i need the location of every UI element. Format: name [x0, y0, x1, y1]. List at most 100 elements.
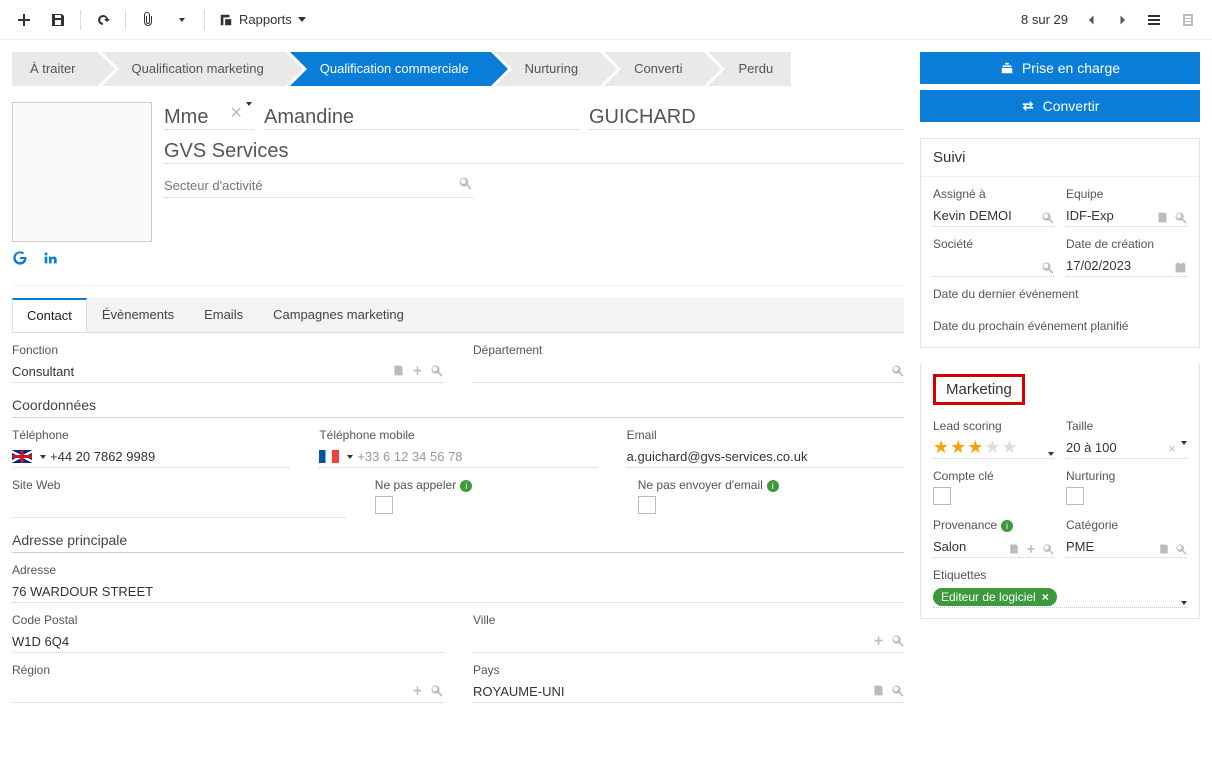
departement-field[interactable]	[473, 361, 904, 383]
pager-prev[interactable]	[1078, 4, 1106, 36]
detail-icon[interactable]	[872, 684, 885, 700]
equipe-field[interactable]: IDF-Exp	[1066, 205, 1187, 227]
tag-remove-icon[interactable]: ×	[1042, 590, 1049, 604]
stage-converti[interactable]: Converti	[604, 52, 704, 86]
attach-button[interactable]	[132, 4, 164, 36]
uk-flag-icon	[12, 450, 32, 463]
chevron-down-icon[interactable]	[1181, 441, 1187, 456]
stage-nurturing[interactable]: Nurturing	[495, 52, 600, 86]
chevron-down-icon[interactable]	[246, 102, 252, 125]
taille-field[interactable]: 20 à 100 ×	[1066, 437, 1187, 459]
fr-flag-icon	[319, 450, 339, 463]
refresh-button[interactable]	[87, 4, 119, 36]
site-label: Site Web	[12, 478, 345, 492]
cp-field[interactable]: W1D 6Q4	[12, 631, 443, 653]
save-button[interactable]	[42, 4, 74, 36]
compte-cle-checkbox[interactable]	[933, 487, 951, 505]
adresse-heading: Adresse principale	[12, 532, 904, 553]
list-view-button[interactable]	[1138, 4, 1170, 36]
email-field[interactable]: a.guichard@gvs-services.co.uk	[627, 446, 904, 468]
etiquettes-field[interactable]: Editeur de logiciel×	[933, 586, 1187, 608]
search-icon[interactable]	[891, 684, 904, 700]
lead-scoring-field[interactable]: ★★★★★	[933, 437, 1054, 459]
chevron-down-icon[interactable]	[1181, 601, 1187, 605]
chevron-down-icon[interactable]	[1048, 452, 1054, 456]
next-event-label: Date du prochain événement planifié	[933, 319, 1187, 333]
reports-dropdown[interactable]: Rapports	[211, 12, 314, 27]
last-name-field[interactable]: GUICHARD	[589, 102, 904, 130]
fonction-field[interactable]: Consultant	[12, 361, 443, 383]
chevron-down-icon[interactable]	[40, 455, 46, 459]
stars-rating[interactable]: ★★★★★	[933, 437, 1019, 458]
search-icon[interactable]	[430, 364, 443, 380]
info-icon[interactable]: i	[767, 480, 779, 492]
societe-label: Société	[933, 237, 1054, 251]
taille-label: Taille	[1066, 419, 1187, 433]
suivi-panel: Suivi Assigné à Kevin DEMOI Equipe IDF-E…	[920, 138, 1200, 348]
nurturing-checkbox[interactable]	[1066, 487, 1084, 505]
stage-qualif-marketing[interactable]: Qualification marketing	[102, 52, 286, 86]
first-name-field[interactable]: Amandine	[264, 102, 579, 130]
provenance-label: Provenancei	[933, 518, 1054, 532]
info-icon[interactable]: i	[1001, 520, 1013, 532]
search-icon[interactable]	[891, 364, 904, 380]
pays-label: Pays	[473, 663, 904, 677]
search-icon[interactable]	[458, 176, 472, 193]
provenance-field[interactable]: Salon	[933, 536, 1054, 558]
ville-label: Ville	[473, 613, 904, 627]
contact-form: Fonction Consultant Département	[12, 333, 904, 723]
tab-contact[interactable]: Contact	[12, 298, 87, 332]
detail-icon[interactable]	[392, 364, 405, 380]
convertir-button[interactable]: Convertir	[920, 90, 1200, 122]
lead-scoring-label: Lead scoring	[933, 419, 1054, 433]
add-icon[interactable]	[872, 634, 885, 650]
linkedin-icon[interactable]	[42, 250, 58, 269]
stage-qualif-commerciale[interactable]: Qualification commerciale	[290, 52, 491, 86]
chevron-down-icon[interactable]	[347, 455, 353, 459]
categorie-field[interactable]: PME	[1066, 536, 1187, 558]
tab-campagnes[interactable]: Campagnes marketing	[258, 298, 419, 332]
clear-icon[interactable]: ×	[230, 102, 242, 125]
add-icon[interactable]	[411, 364, 424, 380]
tab-emails[interactable]: Emails	[189, 298, 258, 332]
info-icon[interactable]: i	[460, 480, 472, 492]
tab-evenements[interactable]: Évènements	[87, 298, 189, 332]
prise-en-charge-button[interactable]: Prise en charge	[920, 52, 1200, 84]
assigne-field[interactable]: Kevin DEMOI	[933, 205, 1054, 227]
ville-field[interactable]	[473, 631, 904, 653]
equipe-label: Equipe	[1066, 187, 1187, 201]
mobile-field[interactable]: +33 6 12 34 56 78	[319, 446, 596, 468]
pays-field[interactable]: ROYAUME-UNI	[473, 681, 904, 703]
tabs: Contact Évènements Emails Campagnes mark…	[12, 298, 904, 333]
region-field[interactable]	[12, 681, 443, 703]
avatar[interactable]	[12, 102, 152, 242]
telephone-label: Téléphone	[12, 428, 289, 442]
site-field[interactable]	[12, 496, 345, 518]
societe-field[interactable]	[933, 255, 1054, 277]
adresse-field[interactable]: 76 WARDOUR STREET	[12, 581, 904, 603]
nurturing-label: Nurturing	[1066, 469, 1187, 483]
categorie-label: Catégorie	[1066, 518, 1187, 532]
date-creation-label: Date de création	[1066, 237, 1187, 251]
company-field[interactable]: GVS Services	[164, 136, 904, 164]
pager-next[interactable]	[1108, 4, 1136, 36]
add-icon[interactable]	[411, 684, 424, 700]
tag-pill[interactable]: Editeur de logiciel×	[933, 588, 1057, 606]
search-icon[interactable]	[891, 634, 904, 650]
no-call-checkbox[interactable]	[375, 496, 393, 514]
sector-input[interactable]	[164, 174, 474, 198]
stage-a-traiter[interactable]: À traiter	[12, 52, 98, 86]
date-creation-field[interactable]: 17/02/2023	[1066, 255, 1187, 277]
telephone-field[interactable]: +44 20 7862 9989	[12, 446, 289, 468]
last-event-label: Date du dernier événement	[933, 287, 1187, 301]
compte-cle-label: Compte clé	[933, 469, 1054, 483]
form-view-button[interactable]	[1172, 4, 1204, 36]
search-icon[interactable]	[430, 684, 443, 700]
new-button[interactable]	[8, 4, 40, 36]
clear-icon[interactable]: ×	[1168, 441, 1176, 456]
more-dropdown[interactable]	[166, 4, 198, 36]
google-icon[interactable]	[12, 250, 28, 269]
etiquettes-label: Etiquettes	[933, 568, 1187, 582]
no-email-checkbox[interactable]	[638, 496, 656, 514]
title-select[interactable]: Mme ×	[164, 102, 254, 130]
